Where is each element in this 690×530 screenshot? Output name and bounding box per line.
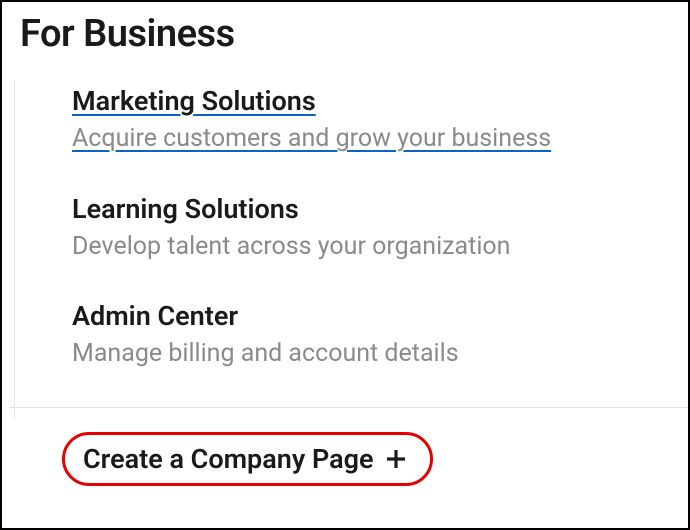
option-description: Develop talent across your organization <box>72 231 668 264</box>
option-title: Admin Center <box>72 299 668 334</box>
footer: Create a Company Page <box>2 408 688 486</box>
option-title: Marketing Solutions <box>72 84 668 119</box>
option-description: Manage billing and account details <box>72 338 668 371</box>
option-learning-solutions[interactable]: Learning Solutions Develop talent across… <box>72 192 668 264</box>
plus-icon <box>384 447 408 471</box>
option-marketing-solutions[interactable]: Marketing Solutions Acquire customers an… <box>72 84 668 156</box>
option-title: Learning Solutions <box>72 192 668 227</box>
business-options-list: Marketing Solutions Acquire customers an… <box>2 84 688 371</box>
panel-left-edge <box>14 80 15 418</box>
option-admin-center[interactable]: Admin Center Manage billing and account … <box>72 299 668 371</box>
create-company-page-button[interactable]: Create a Company Page <box>62 432 433 486</box>
option-description: Acquire customers and grow your business <box>72 123 668 156</box>
create-company-page-label: Create a Company Page <box>83 443 374 475</box>
section-title: For Business <box>2 2 688 56</box>
